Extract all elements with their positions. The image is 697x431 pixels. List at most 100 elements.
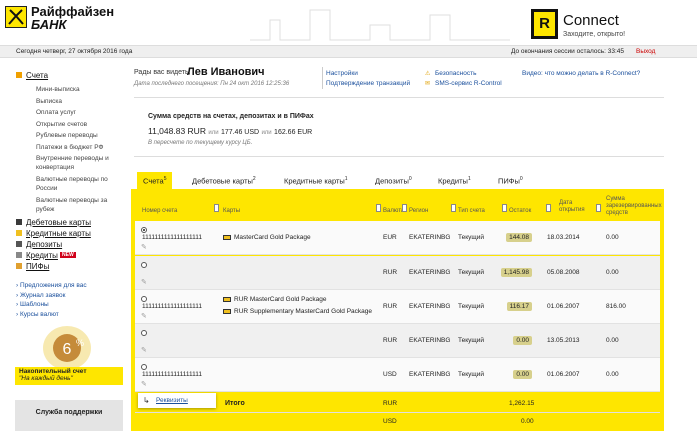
sidebar-link-requests[interactable]: › Журнал заявок — [16, 291, 87, 301]
table-row[interactable] — [135, 290, 660, 324]
open-date: 13.05.2013 — [547, 337, 580, 344]
divider — [135, 412, 660, 413]
sidebar-sub-payments[interactable]: Оплата услуг — [36, 107, 109, 119]
tab-debit-cards[interactable]: Дебетовые карты2 — [192, 176, 256, 186]
summary-title: Сумма средств на счетах, депозитах и в П… — [148, 113, 314, 120]
col-header-cards[interactable]: Карты — [223, 208, 240, 215]
bank-logo-text: Райффайзен БАНК — [31, 4, 115, 32]
currency: EUR — [383, 234, 397, 241]
sidebar-item-accounts[interactable]: Счета — [26, 71, 48, 80]
col-header-balance[interactable]: Остаток — [509, 208, 531, 215]
summary-amounts: 11,048.83 RUR или 177.46 USD или 162.66 … — [148, 126, 313, 136]
account-type: Текущий — [458, 303, 484, 310]
promo-banner[interactable]: Накопительный счет "На каждый день" — [15, 367, 123, 385]
sort-icon[interactable] — [502, 204, 507, 212]
sidebar-links: › Предложения для вас › Журнал заявок › … — [16, 281, 87, 319]
current-date: Сегодня четверг, 27 октября 2016 года — [16, 48, 133, 55]
sort-icon[interactable] — [451, 204, 456, 212]
card-name[interactable]: RUR Supplementary MasterCard Gold Packag… — [234, 308, 372, 315]
edit-icon[interactable]: ✎ — [141, 347, 147, 354]
total-currency-rur: RUR — [383, 400, 398, 407]
settings-link[interactable]: Настройки — [326, 70, 358, 77]
tab-funds[interactable]: ПИФы0 — [498, 176, 523, 186]
balance: 0.00 — [513, 336, 532, 345]
card-name[interactable]: MasterCard Gold Package — [234, 234, 311, 241]
promo-piggy-icon: 6% — [43, 326, 91, 370]
table-row[interactable] — [135, 358, 660, 392]
sort-icon[interactable] — [214, 204, 219, 212]
sidebar-item-funds[interactable]: ПИФы — [26, 262, 49, 271]
skyline-decoration-icon — [250, 9, 510, 41]
greeting-label: Рады вас видеть, — [134, 69, 191, 76]
session-timer: До окончания сессии осталось: 33:45 — [511, 48, 624, 55]
sort-icon[interactable] — [596, 204, 601, 212]
rconnect-tagline: Заходите, открыто! — [563, 31, 626, 38]
tab-deposits[interactable]: Депозиты0 — [375, 176, 412, 186]
sidebar-sub-open-accounts[interactable]: Открытие счетов — [36, 119, 109, 131]
card-name[interactable]: RUR MasterCard Gold Package — [234, 296, 326, 303]
region: EKATERINBG — [409, 337, 451, 344]
total-usd: 177.46 USD — [220, 129, 260, 136]
sidebar-sub-statement[interactable]: Выписка — [36, 96, 109, 108]
requisites-link[interactable]: Реквизиты — [156, 397, 188, 404]
account-type: Текущий — [458, 371, 484, 378]
tab-accounts[interactable]: Счета5 — [137, 172, 173, 190]
sort-icon[interactable] — [402, 204, 407, 212]
sidebar-sub-currency-russia[interactable]: Валютные переводы по России — [36, 172, 109, 193]
sidebar-link-rates[interactable]: › Курсы валют — [16, 310, 87, 320]
debit-card-icon — [16, 219, 22, 225]
edit-icon[interactable]: ✎ — [141, 381, 147, 388]
logout-link[interactable]: Выход — [636, 48, 655, 55]
account-select-radio[interactable] — [141, 330, 147, 336]
sidebar-sub-currency-abroad[interactable]: Валютные переводы за рубеж — [36, 193, 109, 214]
sms-service-link[interactable]: SMS-сервис R-Control — [435, 80, 502, 87]
security-link[interactable]: Безопасность — [435, 70, 476, 77]
sidebar-sub-budget-payments[interactable]: Платежи в бюджет РФ — [36, 142, 109, 154]
total-value-rur: 1,262.15 — [509, 400, 535, 407]
sidebar-item-credit-cards[interactable]: Кредитные карты — [26, 229, 91, 238]
sidebar-link-offers[interactable]: › Предложения для вас — [16, 281, 87, 291]
tab-credit-cards[interactable]: Кредитные карты1 — [284, 176, 348, 186]
account-select-radio[interactable] — [141, 296, 147, 302]
reserved-amount: 0.00 — [606, 371, 619, 378]
divider — [134, 156, 664, 157]
open-date: 01.06.2007 — [547, 371, 580, 378]
col-header-type[interactable]: Тип счета — [458, 208, 485, 215]
reserved-amount: 0.00 — [606, 337, 619, 344]
sidebar-sub-ruble-transfers[interactable]: Рублевые переводы — [36, 130, 109, 142]
account-select-radio[interactable] — [141, 364, 147, 370]
sidebar-item-deposits[interactable]: Депозиты — [26, 240, 62, 249]
sidebar-sub-internal-transfers[interactable]: Внутренние переводы и конвертация — [36, 153, 109, 172]
col-header-opened[interactable]: Дата открытия — [559, 200, 595, 214]
sidebar-sub-mini-statement[interactable]: Мини-выписка — [36, 84, 109, 96]
edit-icon[interactable]: ✎ — [141, 279, 147, 286]
account-select-radio[interactable] — [141, 262, 147, 268]
accounts-icon — [16, 72, 22, 78]
table-row[interactable] — [135, 324, 660, 358]
reserved-amount: 0.00 — [606, 269, 619, 276]
open-date: 01.06.2007 — [547, 303, 580, 310]
confirm-transactions-link[interactable]: Подтверждение транзакций — [326, 80, 410, 87]
sort-icon[interactable] — [376, 204, 381, 212]
account-select-radio[interactable] — [141, 227, 147, 233]
raiffeisen-logo-icon[interactable] — [5, 6, 27, 28]
account-number: 1111111111111111111 — [142, 303, 203, 310]
table-row[interactable] — [135, 256, 660, 290]
currency: RUR — [383, 303, 398, 310]
edit-icon[interactable]: ✎ — [141, 244, 147, 251]
currency: RUR — [383, 269, 398, 276]
support-box[interactable]: Служба поддержки — [15, 400, 123, 431]
video-help-link[interactable]: Видео: что можно делать в R-Connect? — [522, 70, 640, 77]
tab-credits[interactable]: Кредиты1 — [438, 176, 471, 186]
sidebar-link-templates[interactable]: › Шаблоны — [16, 300, 87, 310]
col-header-reserved[interactable]: Сумма зарезервированных средств — [606, 196, 662, 217]
sort-icon[interactable] — [546, 204, 551, 212]
col-header-number[interactable]: Номер счета — [142, 208, 177, 215]
currency: USD — [383, 371, 397, 378]
sidebar-item-credits[interactable]: Кредиты — [26, 251, 58, 260]
col-header-region[interactable]: Регион — [409, 208, 428, 215]
sidebar-item-debit-cards[interactable]: Дебетовые карты — [26, 218, 91, 227]
reserved-amount: 0.00 — [606, 234, 619, 241]
table-row[interactable] — [135, 221, 660, 255]
edit-icon[interactable]: ✎ — [141, 313, 147, 320]
